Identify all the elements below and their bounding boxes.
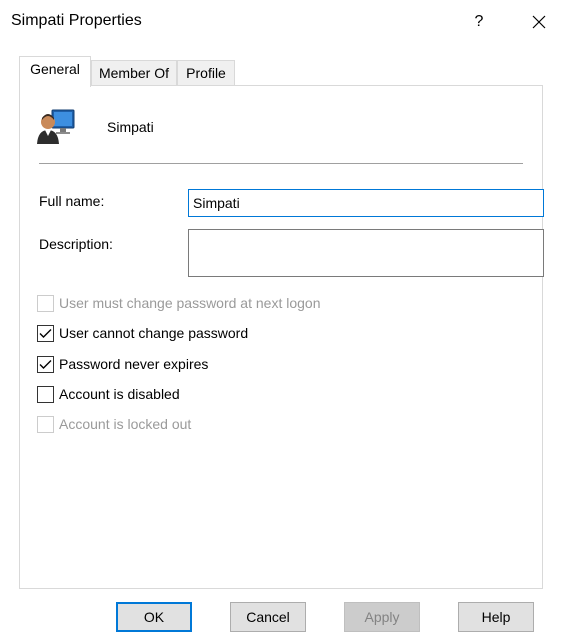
password-never-expires-label: Password never expires — [59, 356, 209, 372]
header-divider — [39, 163, 523, 164]
option-account-disabled[interactable]: Account is disabled — [37, 383, 180, 405]
title-bar: Simpati Properties ? — [0, 0, 564, 46]
account-disabled-label: Account is disabled — [59, 386, 180, 402]
must-change-password-label: User must change password at next logon — [59, 295, 321, 311]
window-title: Simpati Properties — [11, 12, 142, 29]
help-title-button[interactable]: ? — [462, 6, 496, 38]
option-cannot-change-password[interactable]: User cannot change password — [37, 322, 248, 344]
option-password-never-expires[interactable]: Password never expires — [37, 353, 208, 375]
checkmark-icon — [39, 328, 52, 338]
description-label: Description: — [39, 236, 113, 252]
password-never-expires-checkbox[interactable] — [37, 355, 54, 373]
checkmark-icon — [39, 359, 52, 369]
full-name-label: Full name: — [39, 193, 105, 209]
user-icon — [37, 109, 75, 144]
properties-dialog: Simpati Properties ? General Member Of P… — [0, 0, 564, 632]
user-name-label: Simpati — [107, 119, 154, 135]
ok-button[interactable]: OK — [116, 602, 192, 632]
close-icon — [532, 15, 546, 29]
account-locked-out-checkbox[interactable] — [37, 415, 54, 433]
description-input[interactable] — [188, 229, 544, 277]
cannot-change-password-checkbox[interactable] — [37, 324, 54, 342]
general-tab-panel: Simpati Full name: Description: User mus… — [19, 85, 544, 589]
cancel-button[interactable]: Cancel — [230, 602, 306, 632]
tab-general[interactable]: General — [19, 56, 91, 87]
close-button[interactable] — [522, 6, 556, 38]
full-name-input[interactable] — [188, 189, 544, 217]
option-account-locked-out[interactable]: Account is locked out — [37, 413, 191, 435]
account-locked-out-label: Account is locked out — [59, 416, 192, 432]
apply-button[interactable]: Apply — [344, 602, 420, 632]
help-button[interactable]: Help — [458, 602, 534, 632]
tab-profile[interactable]: Profile — [177, 60, 235, 86]
account-disabled-checkbox[interactable] — [37, 385, 54, 403]
must-change-password-checkbox[interactable] — [37, 294, 54, 312]
tab-member-of[interactable]: Member Of — [91, 60, 177, 86]
cannot-change-password-label: User cannot change password — [59, 325, 249, 341]
tab-strip: General Member Of Profile — [19, 56, 543, 87]
option-must-change-password[interactable]: User must change password at next logon — [37, 292, 320, 314]
